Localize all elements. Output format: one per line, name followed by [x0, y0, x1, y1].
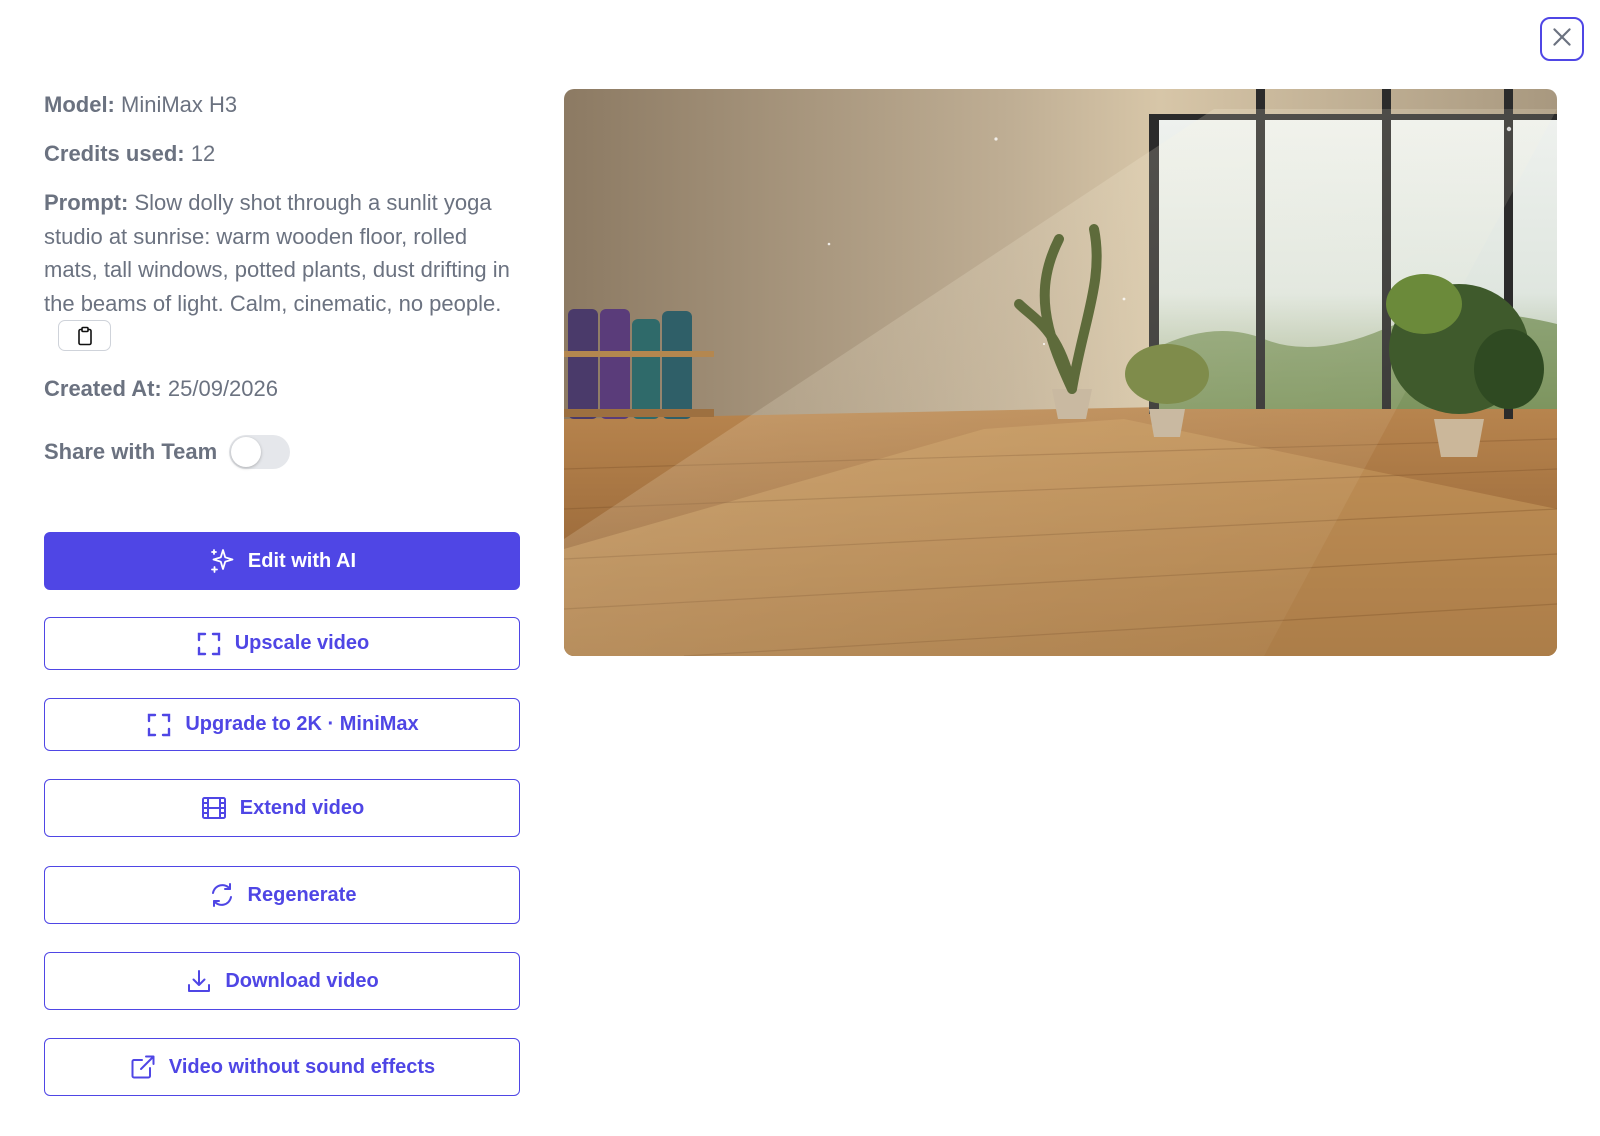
close-button[interactable] [1540, 17, 1584, 61]
refresh-icon [208, 881, 236, 909]
model-row: Model: MiniMax H3 [44, 88, 520, 122]
toggle-knob [231, 437, 262, 467]
upscale-video-label: Upscale video [234, 632, 370, 654]
extend-video-label: Extend video [239, 796, 365, 819]
download-video-button[interactable]: Download video [44, 952, 520, 1010]
sparkles-icon [208, 547, 236, 575]
extend-video-button[interactable]: Extend video [44, 779, 520, 837]
share-with-team: Share with Team [44, 435, 291, 469]
edit-with-ai-button[interactable]: Edit with AI [44, 532, 520, 590]
expand-icon [195, 630, 223, 658]
model-label: Model: [44, 92, 115, 117]
video-details: Model: MiniMax H3 Credits used: 12 Promp… [44, 88, 520, 421]
download-video-label: Download video [225, 969, 379, 992]
expand-icon [145, 711, 173, 739]
film-icon [200, 794, 228, 822]
external-link-icon [129, 1053, 157, 1081]
prompt-label: Prompt: [44, 190, 129, 215]
upgrade-2k-button[interactable]: Upgrade to 2K · MiniMax [44, 698, 520, 751]
video-preview[interactable] [564, 89, 1557, 656]
edit-with-ai-label: Edit with AI [247, 549, 357, 572]
credits-row: Credits used: 12 [44, 137, 520, 171]
regenerate-label: Regenerate [247, 883, 357, 906]
close-icon [1549, 24, 1575, 55]
download-icon [185, 967, 213, 995]
created-label: Created At: [44, 376, 162, 401]
model-value: MiniMax H3 [121, 92, 238, 117]
upgrade-2k-label: Upgrade to 2K · MiniMax [185, 713, 419, 735]
regenerate-button[interactable]: Regenerate [44, 866, 520, 924]
clipboard-icon [76, 326, 94, 346]
credits-value: 12 [190, 141, 216, 166]
video-without-sound-button[interactable]: Video without sound effects [44, 1038, 520, 1096]
share-toggle[interactable] [229, 435, 291, 469]
upscale-video-button[interactable]: Upscale video [44, 617, 520, 670]
created-row: Created At: 25/09/2026 [44, 372, 520, 406]
prompt-row: Prompt: Slow dolly shot through a sunlit… [44, 186, 520, 357]
created-value: 25/09/2026 [167, 376, 278, 401]
video-without-sound-label: Video without sound effects [168, 1055, 436, 1078]
credits-label: Credits used: [44, 141, 185, 166]
share-label: Share with Team [44, 439, 218, 464]
copy-prompt-button[interactable] [58, 320, 111, 351]
